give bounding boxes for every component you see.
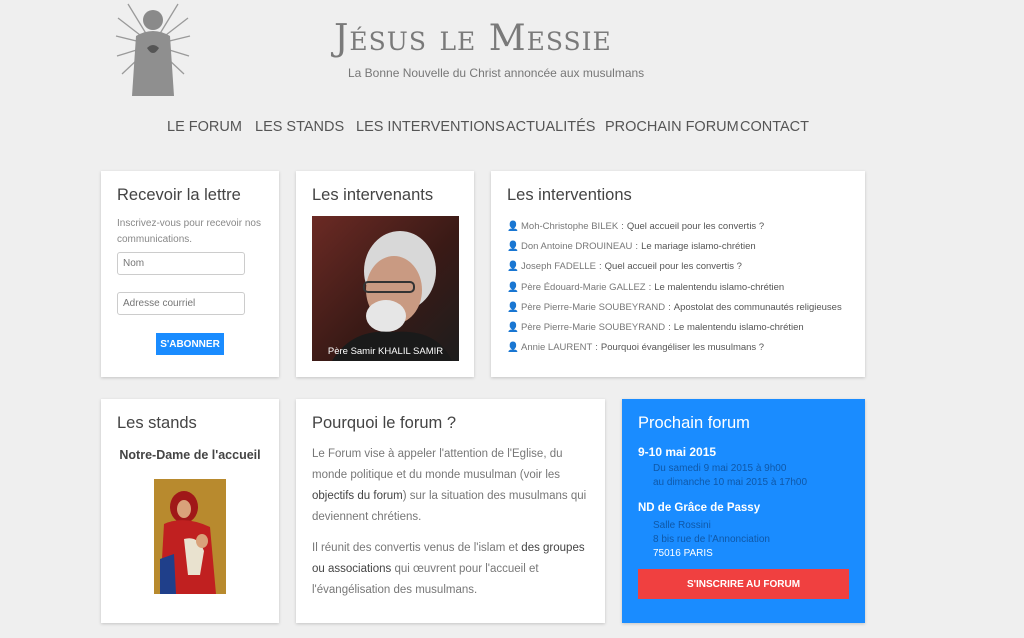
nav-item-forum[interactable]: LE FORUM [167,119,242,135]
next-forum-title: Prochain forum [638,414,750,432]
subscribe-button[interactable]: S'ABONNER [156,333,224,355]
user-icon: 👤 [507,281,519,293]
list-item: 👤 Joseph FADELLE: Quel accueil pour les co… [507,261,742,273]
nav-item-stands[interactable]: LES STANDS [255,119,344,135]
site-title[interactable]: Jésus le Messie [334,18,612,59]
list-item: 👤 Père Pierre-Marie SOUBEYRAND: Le malente… [507,322,804,334]
name-input[interactable] [117,252,245,275]
next-forum-dates: 9-10 mai 2015 [638,445,717,459]
speakers-card: Les intervenants Père Samir KHALIL SAMIR [296,171,474,377]
stand-image[interactable] [154,479,226,594]
why-forum-card: Pourquoi le forum ? Le Forum vise à appe… [296,399,605,623]
nav-item-prochain-forum[interactable]: PROCHAIN FORUM [605,119,739,135]
site-logo[interactable] [114,0,192,98]
why-forum-text: Le Forum vise à appeler l'attention de l… [312,448,587,596]
user-icon: 👤 [507,342,519,354]
objectives-link[interactable]: objectifs du forum [312,490,403,502]
next-forum-from: Du samedi 9 mai 2015 à 9h00 [653,463,787,474]
interventions-list: 👤 Moh-Christophe BILEK: Quel accueil pour … [507,216,842,358]
interventions-card: Les interventions 👤 Moh-Christophe BILEK:… [491,171,865,377]
register-button[interactable]: S'INSCRIRE AU FORUM [638,569,849,599]
user-icon: 👤 [507,301,519,313]
next-forum-to: au dimanche 10 mai 2015 à 17h00 [653,477,808,488]
speaker-photo[interactable]: Père Samir KHALIL SAMIR [312,216,459,361]
next-forum-place: ND de Grâce de Passy [638,502,761,514]
nav-item-contact[interactable]: CONTACT [740,119,809,135]
next-forum-room: Salle Rossini [653,520,711,531]
user-icon: 👤 [507,261,519,273]
list-item: 👤 Annie LAURENT: Pourquoi évangéliser les … [507,342,765,354]
list-item: 👤 Moh-Christophe BILEK: Quel accueil pour … [507,220,765,232]
speaker-caption: Père Samir KHALIL SAMIR [327,346,444,357]
user-icon: 👤 [507,322,519,334]
newsletter-description: Inscrivez-vous pour recevoir nos communi… [117,218,261,245]
speakers-title: Les intervenants [312,186,434,204]
nav-item-actualites[interactable]: ACTUALITÉS [506,119,595,135]
list-item: 👤 Père Édouard-Marie GALLEZ: Le malentendu… [507,281,785,293]
next-forum-card: Prochain forum 9-10 mai 2015 Du samedi 9… [622,399,865,623]
stand-name[interactable]: Notre-Dame de l'accueil [101,448,279,462]
user-icon: 👤 [507,220,519,232]
main-nav: LE FORUM LES STANDS LES INTERVENTIONS AC… [0,119,1024,139]
stands-card: Les stands Notre-Dame de l'accueil [101,399,279,623]
stands-title: Les stands [117,414,197,432]
email-input[interactable] [117,292,245,315]
site-tagline: La Bonne Nouvelle du Christ annoncée aux… [348,66,645,80]
newsletter-title: Recevoir la lettre [117,186,241,204]
list-item: 👤 Père Pierre-Marie SOUBEYRAND: Apostolat … [507,301,842,313]
nav-item-interventions[interactable]: LES INTERVENTIONS [356,119,505,135]
list-item: 👤 Don Antoine DROUINEAU: Le mariage islamo… [507,240,756,252]
next-forum-street: 8 bis rue de l'Annonciation [653,534,770,545]
user-icon: 👤 [507,240,519,252]
interventions-title: Les interventions [507,186,632,204]
next-forum-city: 75016 PARIS [653,548,713,559]
why-forum-title: Pourquoi le forum ? [312,414,456,432]
newsletter-card: Recevoir la lettre Inscrivez-vous pour r… [101,171,279,377]
